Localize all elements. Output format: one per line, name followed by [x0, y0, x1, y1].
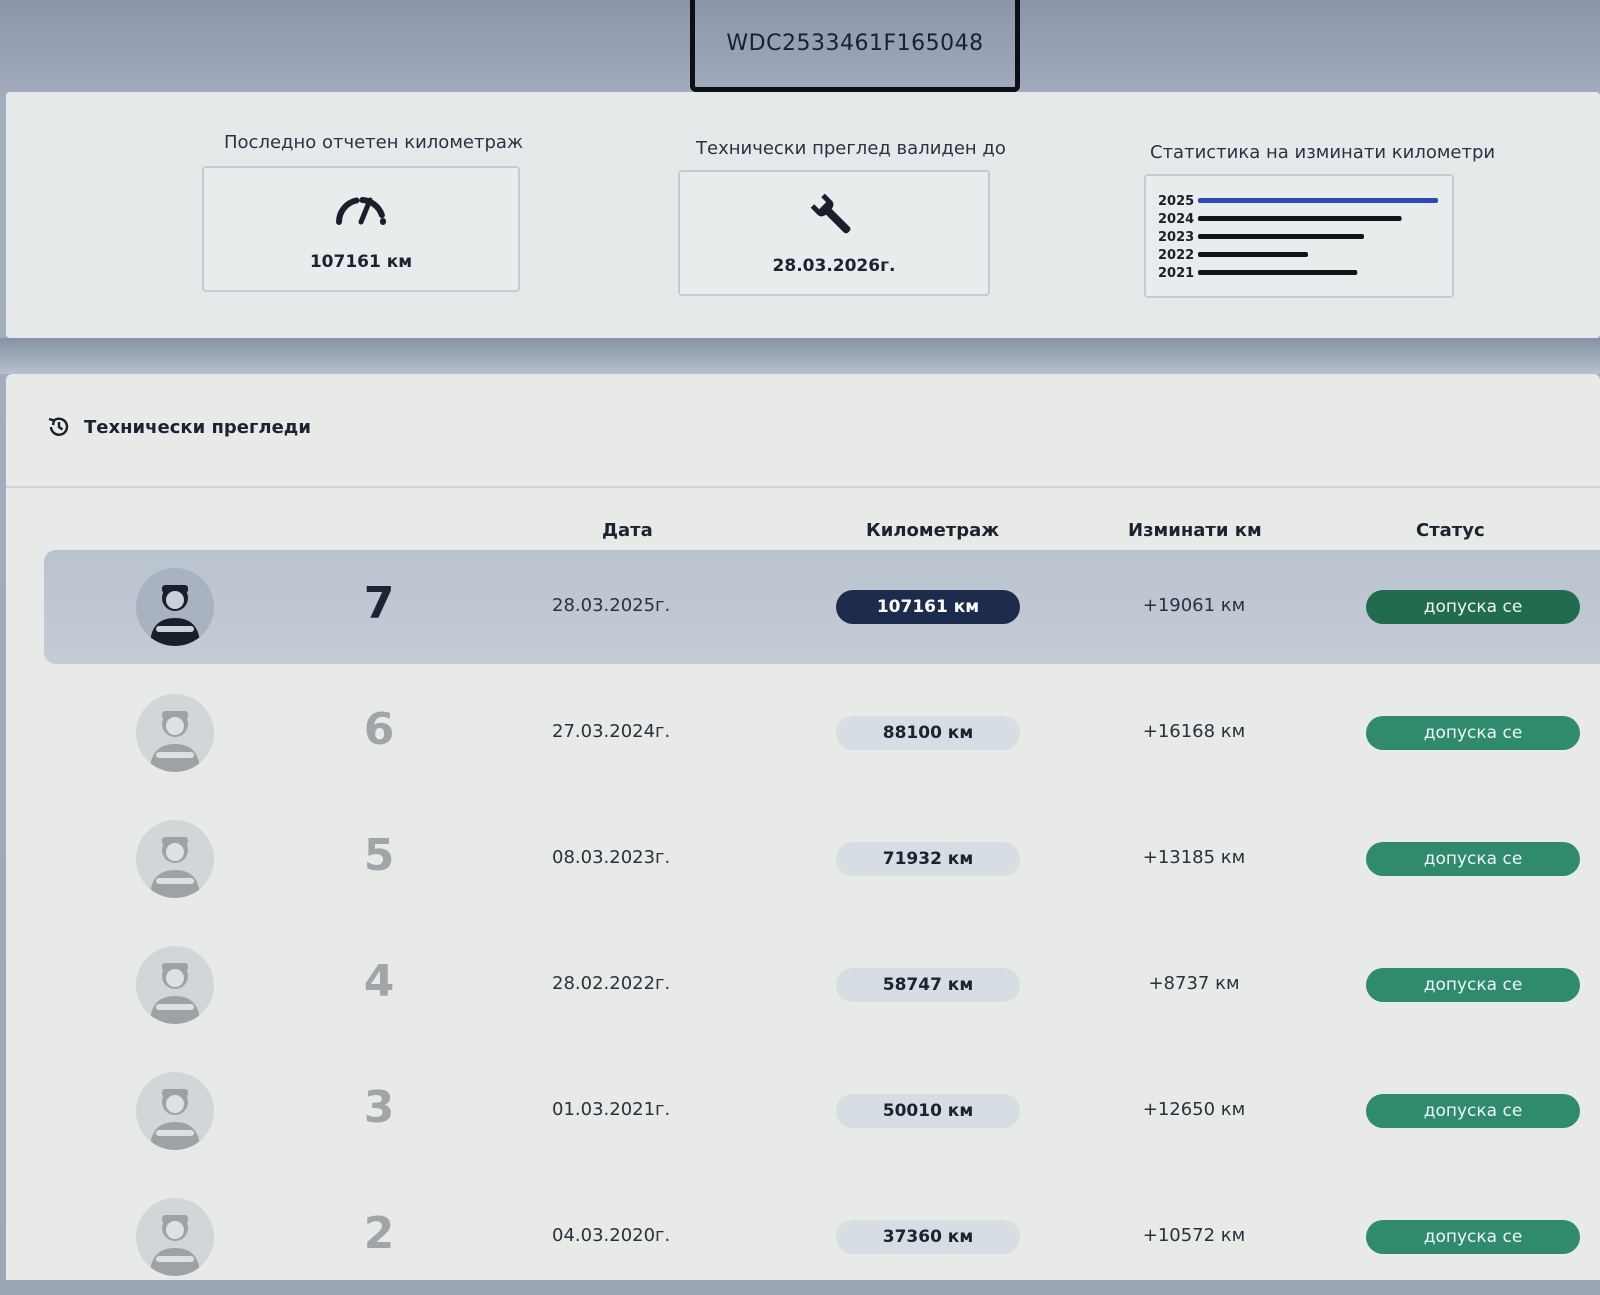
mechanic-avatar-icon — [136, 1198, 214, 1276]
mileage-chart: 2025 2024 2023 2022 2021 — [1144, 174, 1454, 298]
row-mileage-badge: 37360 км — [836, 1220, 1020, 1254]
table-row[interactable]: 7 28.03.2025г. 107161 км +19061 км допуска с… — [44, 550, 1600, 664]
row-driven: +13185 км — [1142, 847, 1246, 868]
chart-bar — [1198, 234, 1365, 239]
row-number: 4 — [363, 956, 395, 1007]
row-driven: +12650 км — [1142, 1099, 1246, 1120]
chart-bar — [1198, 252, 1309, 257]
inspection-label: Технически преглед валиден до — [696, 138, 1006, 159]
mechanic-avatar-icon — [136, 694, 214, 772]
row-mileage-badge: 107161 км — [836, 590, 1020, 624]
row-number: 2 — [363, 1208, 395, 1259]
chart-year-label: 2024 — [1158, 212, 1194, 227]
inspections-card: Технически прегледи Дата Километраж Изми… — [6, 374, 1600, 1280]
chart-year-label: 2025 — [1158, 194, 1194, 209]
chart-year-label: 2022 — [1158, 248, 1194, 263]
row-driven: +10572 км — [1142, 1225, 1246, 1246]
mechanic-avatar-icon — [136, 946, 214, 1024]
wrench-icon — [810, 193, 851, 234]
chart-bar — [1198, 216, 1402, 221]
table-row[interactable]: 5 08.03.2023г. 71932 км +13185 км допуска се — [44, 802, 1600, 916]
row-number: 6 — [363, 704, 395, 755]
status-badge: допуска се — [1366, 716, 1580, 750]
row-date: 27.03.2024г. — [552, 721, 671, 742]
mechanic-avatar-icon — [136, 568, 214, 646]
column-driven: Изминати км — [1128, 520, 1262, 541]
row-number: 5 — [363, 830, 395, 881]
page: WDC2533461F165048 Последно отчетен килом… — [0, 0, 1600, 1295]
chart-bar — [1198, 270, 1358, 275]
table-row[interactable]: 3 01.03.2021г. 50010 км +12650 км допуска се — [44, 1054, 1600, 1168]
column-mileage: Километраж — [866, 520, 1000, 541]
mileage-label: Последно отчетен километраж — [224, 132, 524, 153]
separator-band — [0, 338, 1600, 374]
row-number: 7 — [363, 578, 395, 629]
mileage-value: 107161 км — [309, 252, 413, 272]
inspection-value: 28.03.2026г. — [772, 256, 896, 276]
mechanic-avatar-icon — [136, 820, 214, 898]
row-driven: +8737 км — [1148, 973, 1240, 994]
table-row[interactable]: 4 28.02.2022г. 58747 км +8737 км допуска се — [44, 928, 1600, 1042]
inspections-header: Технически прегледи — [46, 414, 311, 440]
row-date: 08.03.2023г. — [552, 847, 671, 868]
vin-text: WDC2533461F165048 — [726, 30, 984, 56]
status-badge: допуска се — [1366, 968, 1580, 1002]
row-date: 04.03.2020г. — [552, 1225, 671, 1246]
mileage-chart-svg: 2025 2024 2023 2022 2021 — [1158, 194, 1438, 281]
status-badge: допуска се — [1366, 590, 1580, 624]
chart-label: Статистика на изминати километри — [1150, 142, 1496, 163]
table-row[interactable]: 6 27.03.2024г. 88100 км +16168 км допуска се — [44, 676, 1600, 790]
chart-year-label: 2021 — [1158, 266, 1194, 281]
row-mileage-badge: 71932 км — [836, 842, 1020, 876]
inspections-title: Технически прегледи — [84, 416, 311, 438]
row-mileage-badge: 58747 км — [836, 968, 1020, 1002]
section-divider — [6, 486, 1600, 488]
row-driven: +16168 км — [1142, 721, 1246, 742]
column-status: Статус — [1416, 520, 1485, 541]
row-mileage-badge: 50010 км — [836, 1094, 1020, 1128]
column-date: Дата — [602, 520, 653, 541]
row-date: 28.02.2022г. — [552, 973, 671, 994]
history-icon — [48, 417, 69, 436]
inspection-box: 28.03.2026г. — [678, 170, 990, 296]
stats-card: Последно отчетен километраж 107161 км Те… — [6, 92, 1600, 338]
vin-box: WDC2533461F165048 — [690, 0, 1020, 92]
header-band: WDC2533461F165048 — [0, 0, 1600, 100]
chart-year-label: 2023 — [1158, 230, 1194, 245]
status-badge: допуска се — [1366, 842, 1580, 876]
mileage-box: 107161 км — [202, 166, 520, 292]
mechanic-avatar-icon — [136, 1072, 214, 1150]
chart-bar — [1198, 198, 1438, 203]
status-badge: допуска се — [1366, 1094, 1580, 1128]
row-date: 01.03.2021г. — [552, 1099, 671, 1120]
row-mileage-badge: 88100 км — [836, 716, 1020, 750]
row-driven: +19061 км — [1142, 595, 1246, 616]
table-row[interactable]: 2 04.03.2020г. 37360 км +10572 км допуска се — [44, 1180, 1600, 1294]
row-number: 3 — [363, 1082, 395, 1133]
speedometer-icon — [336, 197, 386, 225]
row-date: 28.03.2025г. — [552, 595, 671, 616]
status-badge: допуска се — [1366, 1220, 1580, 1254]
